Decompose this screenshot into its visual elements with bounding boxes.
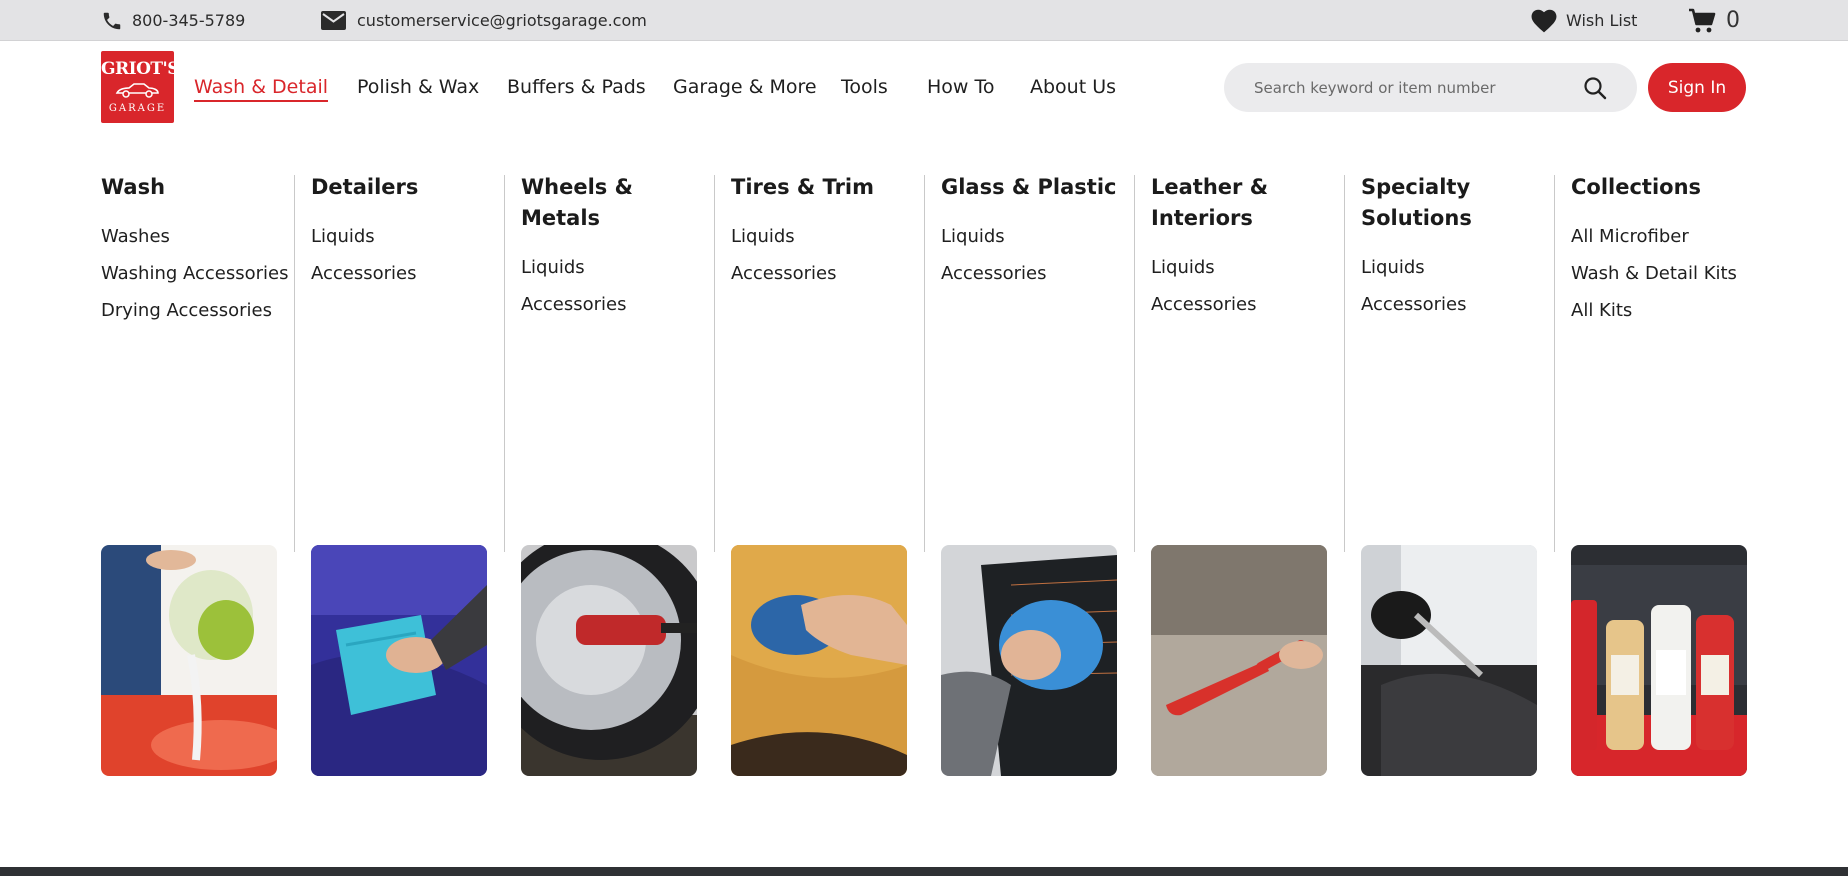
column-title[interactable]: Leather & Interiors (1151, 172, 1327, 234)
menu-link[interactable]: Liquids (731, 218, 907, 255)
column-title[interactable]: Wheels & Metals (521, 172, 697, 234)
search-bar (1224, 63, 1637, 112)
column-title[interactable]: Detailers (311, 172, 487, 203)
collections-category-image[interactable] (1571, 545, 1747, 776)
column-divider (714, 175, 715, 552)
detailers-category-image[interactable] (311, 545, 487, 776)
menu-link[interactable]: Liquids (1151, 249, 1327, 286)
column-divider (1554, 175, 1555, 552)
menu-link[interactable]: All Kits (1571, 292, 1747, 329)
griots-garage-logo[interactable]: GRIOT'S GARAGE (101, 51, 180, 123)
wash-category-image[interactable] (101, 545, 277, 776)
menu-link[interactable]: Liquids (941, 218, 1117, 255)
nav-buffers-pads[interactable]: Buffers & Pads (507, 70, 646, 104)
menu-link[interactable]: Accessories (1361, 286, 1537, 323)
footer-strip (0, 867, 1848, 876)
menu-link[interactable]: Liquids (311, 218, 487, 255)
phone-number: 800-345-5789 (132, 11, 246, 30)
menu-column-detailers: Detailers Liquids Accessories (294, 172, 487, 776)
menu-column-leather-interiors: Leather & Interiors Liquids Accessories (1134, 172, 1327, 776)
leather-interiors-category-image[interactable] (1151, 545, 1327, 776)
search-input[interactable] (1254, 78, 1574, 97)
car-emblem-icon (115, 82, 160, 102)
menu-column-specialty-solutions: Specialty Solutions Liquids Accessories (1344, 172, 1537, 776)
nav-how-to[interactable]: How To (927, 70, 995, 104)
column-divider (504, 175, 505, 552)
menu-link[interactable]: Liquids (521, 249, 697, 286)
column-links: Liquids Accessories (521, 249, 697, 323)
menu-link[interactable]: Accessories (731, 255, 907, 292)
column-links: Liquids Accessories (1361, 249, 1537, 323)
heart-icon (1531, 9, 1557, 33)
column-links: Liquids Accessories (941, 218, 1117, 292)
menu-link[interactable]: Washing Accessories (101, 255, 289, 292)
search-icon[interactable] (1583, 76, 1607, 100)
nav-polish-wax[interactable]: Polish & Wax (357, 70, 479, 104)
glass-plastic-category-image[interactable] (941, 545, 1117, 776)
wheels-metals-category-image[interactable] (521, 545, 697, 776)
email-link[interactable]: customerservice@griotsgarage.com (321, 0, 647, 41)
menu-link[interactable]: Wash & Detail Kits (1571, 255, 1747, 292)
column-title[interactable]: Specialty Solutions (1361, 172, 1537, 234)
nav-wash-detail[interactable]: Wash & Detail (194, 70, 329, 104)
tires-trim-category-image[interactable] (731, 545, 907, 776)
menu-column-collections: Collections All Microfiber Wash & Detail… (1554, 172, 1747, 776)
column-links: Liquids Accessories (731, 218, 907, 292)
cart-icon (1688, 8, 1716, 34)
column-title[interactable]: Tires & Trim (731, 172, 907, 203)
nav-tools[interactable]: Tools (841, 70, 888, 104)
menu-link[interactable]: All Microfiber (1571, 218, 1747, 255)
cart-count: 0 (1726, 8, 1740, 33)
wishlist-label: Wish List (1566, 11, 1638, 30)
menu-link[interactable]: Drying Accessories (101, 292, 277, 329)
column-divider (294, 175, 295, 552)
menu-link[interactable]: Accessories (311, 255, 487, 292)
column-links: Washes Washing Accessories Drying Access… (101, 218, 289, 329)
column-links: Liquids Accessories (1151, 249, 1327, 323)
nav-garage-more[interactable]: Garage & More (673, 70, 817, 104)
menu-column-wash: Wash Washes Washing Accessories Drying A… (101, 172, 289, 776)
menu-link[interactable]: Accessories (941, 255, 1117, 292)
column-title[interactable]: Collections (1571, 172, 1747, 203)
menu-link[interactable]: Accessories (521, 286, 697, 323)
email-address: customerservice@griotsgarage.com (357, 11, 647, 30)
envelope-icon (321, 11, 346, 30)
column-links: All Microfiber Wash & Detail Kits All Ki… (1571, 218, 1747, 329)
logo-wordmark-top: GRIOT'S (101, 59, 180, 79)
specialty-solutions-category-image[interactable] (1361, 545, 1537, 776)
menu-link[interactable]: Washes (101, 218, 277, 255)
column-title[interactable]: Glass & Plastic (941, 172, 1117, 203)
cart-link[interactable]: 0 (1688, 0, 1740, 41)
mega-menu: Wash Washes Washing Accessories Drying A… (101, 172, 1747, 776)
menu-link[interactable]: Liquids (1361, 249, 1537, 286)
sign-in-button[interactable]: Sign In (1648, 63, 1746, 112)
column-title[interactable]: Wash (101, 172, 277, 203)
wishlist-link[interactable]: Wish List (1531, 0, 1637, 41)
menu-column-glass-plastic: Glass & Plastic Liquids Accessories (924, 172, 1117, 776)
column-divider (924, 175, 925, 552)
menu-column-wheels-metals: Wheels & Metals Liquids Accessories (504, 172, 697, 776)
logo-wordmark-bottom: GARAGE (108, 103, 167, 114)
column-divider (1344, 175, 1345, 552)
phone-link[interactable]: 800-345-5789 (101, 0, 245, 41)
menu-link[interactable]: Accessories (1151, 286, 1327, 323)
menu-column-tires-trim: Tires & Trim Liquids Accessories (714, 172, 907, 776)
phone-icon (101, 10, 123, 32)
column-divider (1134, 175, 1135, 552)
utility-bar: 800-345-5789 customerservice@griotsgarag… (0, 0, 1848, 41)
nav-about-us[interactable]: About Us (1030, 70, 1116, 104)
column-links: Liquids Accessories (311, 218, 487, 292)
